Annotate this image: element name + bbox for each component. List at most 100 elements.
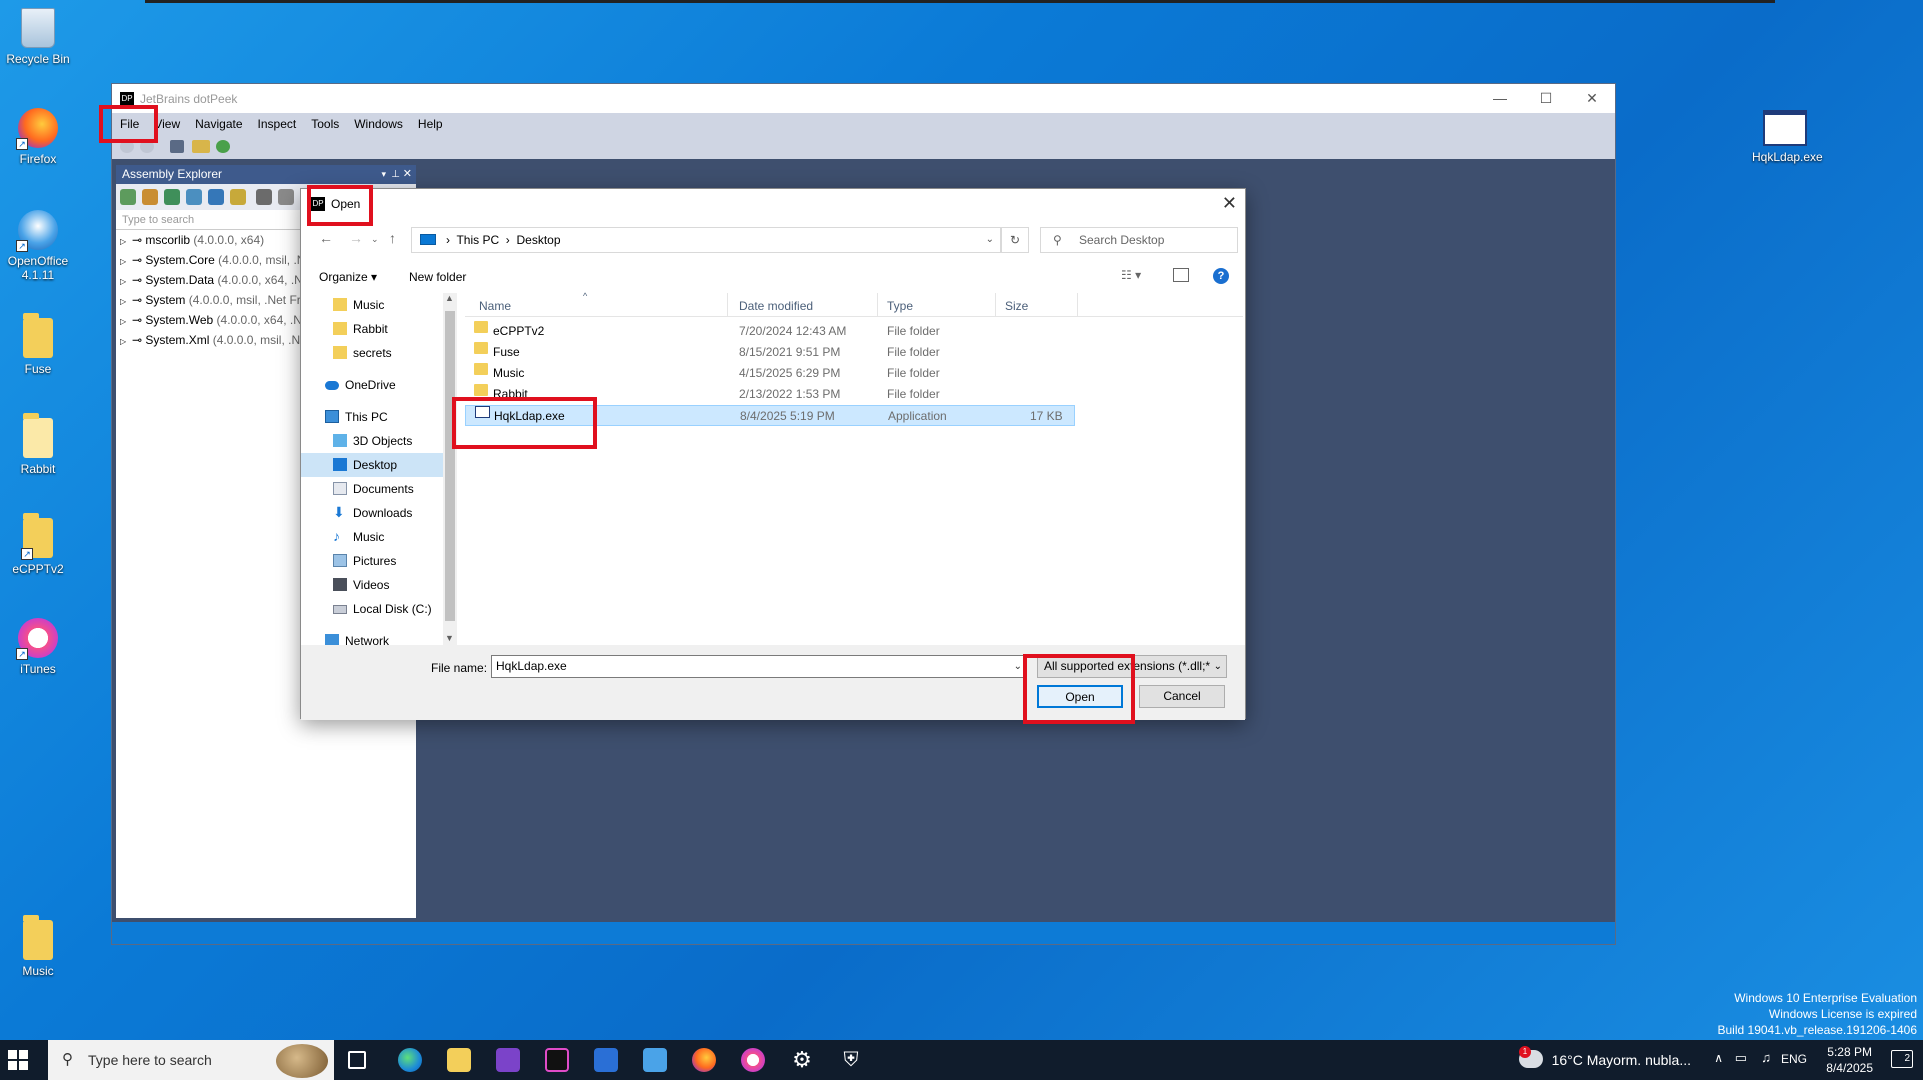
scroll-down-icon[interactable]: ▼: [445, 633, 454, 643]
desktop-icon-itunes[interactable]: ↗ iTunes: [4, 618, 72, 676]
nav-item-this-pc[interactable]: This PC: [301, 405, 457, 429]
visual-studio-icon[interactable]: [496, 1048, 520, 1072]
column-size[interactable]: Size: [1005, 299, 1028, 313]
menu-help[interactable]: Help: [418, 117, 443, 131]
desktop-icon-music[interactable]: Music: [4, 915, 72, 978]
desktop-icon-openoffice[interactable]: ↗ OpenOffice 4.1.11: [4, 210, 72, 282]
desktop-icon-firefox[interactable]: ↗ Firefox: [4, 108, 72, 166]
nav-item-documents[interactable]: Documents: [301, 477, 457, 501]
expand-icon[interactable]: ▷: [120, 232, 132, 250]
maximize-button[interactable]: ☐: [1523, 84, 1569, 113]
add-assembly-icon[interactable]: [120, 189, 136, 205]
help-icon[interactable]: ?: [1213, 268, 1229, 284]
dialog-close-button[interactable]: ✕: [1222, 193, 1237, 214]
chevron-down-icon[interactable]: ⌄: [986, 228, 994, 252]
file-type-filter[interactable]: All supported extensions (*.dll;* ⌄: [1037, 655, 1227, 678]
breadcrumb-desktop[interactable]: Desktop: [516, 233, 560, 247]
gac-icon[interactable]: [164, 189, 180, 205]
column-divider[interactable]: [877, 293, 878, 317]
settings-gear-icon[interactable]: ⚙: [790, 1048, 814, 1072]
nav-item-3d-objects[interactable]: 3D Objects: [301, 429, 457, 453]
column-type[interactable]: Type: [887, 299, 913, 313]
recent-dropdown-icon[interactable]: ⌄: [371, 234, 379, 245]
nav-item-pictures[interactable]: Pictures: [301, 549, 457, 573]
edge-icon[interactable]: [398, 1048, 422, 1072]
expand-icon[interactable]: ▷: [120, 332, 132, 350]
forward-icon[interactable]: [140, 140, 154, 153]
nav-item-secrets[interactable]: secrets: [301, 341, 457, 365]
chevron-up-icon[interactable]: ∧: [1714, 1051, 1723, 1065]
breadcrumb-this-pc[interactable]: This PC: [456, 233, 499, 247]
back-icon[interactable]: [120, 140, 134, 153]
menu-view[interactable]: View: [154, 117, 180, 131]
grid-icon[interactable]: [256, 189, 272, 205]
expand-icon[interactable]: ▷: [120, 292, 132, 310]
nav-item-onedrive[interactable]: OneDrive: [301, 373, 457, 397]
expand-icon[interactable]: ▷: [120, 312, 132, 330]
expand-icon[interactable]: ▷: [120, 252, 132, 270]
itunes-taskbar-icon[interactable]: [741, 1048, 765, 1072]
clock[interactable]: 5:28 PM 8/4/2025: [1826, 1044, 1873, 1076]
weather-text[interactable]: 16°C Mayorm. nubla...: [1552, 1052, 1691, 1068]
nav-scrollbar[interactable]: ▲ ▼: [443, 293, 457, 645]
search-input[interactable]: ⚲ Search Desktop: [1040, 227, 1238, 253]
nuget-icon[interactable]: [186, 189, 202, 205]
chevron-down-icon[interactable]: ⌄: [1214, 656, 1222, 677]
nav-item-music-library[interactable]: ♪ Music: [301, 525, 457, 549]
pin-icon[interactable]: ⊥: [391, 165, 400, 184]
menu-windows[interactable]: Windows: [354, 117, 403, 131]
column-date-modified[interactable]: Date modified: [739, 299, 813, 313]
column-divider[interactable]: [727, 293, 728, 317]
desktop-icon-fuse[interactable]: Fuse: [4, 313, 72, 376]
up-arrow-icon[interactable]: ↑: [389, 230, 396, 246]
organize-button[interactable]: Organize ▾: [319, 270, 377, 284]
minimize-button[interactable]: —: [1477, 84, 1523, 113]
nav-item-local-disk[interactable]: Local Disk (C:): [301, 597, 457, 621]
new-folder-button[interactable]: New folder: [409, 270, 466, 284]
file-row[interactable]: Music 4/15/2025 6:29 PM File folder: [465, 363, 1075, 384]
run-icon[interactable]: [216, 140, 230, 153]
taskbar-search[interactable]: ⚲ Type here to search: [48, 1040, 334, 1080]
nav-item-rabbit[interactable]: Rabbit: [301, 317, 457, 341]
expand-icon[interactable]: ▷: [120, 272, 132, 290]
notifications-icon[interactable]: 2: [1891, 1050, 1913, 1068]
volume-icon[interactable]: ♫: [1761, 1050, 1771, 1065]
nav-item-network[interactable]: Network: [301, 629, 457, 645]
close-window-button[interactable]: ✕: [1569, 84, 1615, 113]
settings-icon[interactable]: [230, 189, 246, 205]
back-arrow-icon[interactable]: ←: [319, 230, 333, 246]
desktop-icon-ecpptv2[interactable]: ↗ eCPPTv2: [4, 513, 72, 576]
menu-navigate[interactable]: Navigate: [195, 117, 242, 131]
refresh-assemblies-icon[interactable]: [208, 189, 224, 205]
mail-icon[interactable]: [643, 1048, 667, 1072]
column-divider[interactable]: [1077, 293, 1078, 317]
scrollbar-thumb[interactable]: [445, 311, 455, 621]
breadcrumb[interactable]: › This PC › Desktop ⌄: [411, 227, 1001, 253]
chevron-down-icon[interactable]: ⌄: [1014, 656, 1022, 677]
nav-item-downloads[interactable]: ⬇ Downloads: [301, 501, 457, 525]
firefox-taskbar-icon[interactable]: [692, 1048, 716, 1072]
assembly-icon[interactable]: [170, 140, 184, 153]
language-indicator[interactable]: ENG: [1781, 1052, 1807, 1066]
refresh-button[interactable]: ↻: [1001, 227, 1029, 253]
scroll-up-icon[interactable]: ▲: [445, 293, 454, 303]
desktop-icon-recycle-bin[interactable]: Recycle Bin: [4, 8, 72, 66]
menu-inspect[interactable]: Inspect: [258, 117, 297, 131]
file-name-input[interactable]: HqkLdap.exe ⌄: [491, 655, 1027, 678]
file-row[interactable]: Fuse 8/15/2021 9:51 PM File folder: [465, 342, 1075, 363]
nav-item-music[interactable]: Music: [301, 293, 457, 317]
file-row[interactable]: eCPPTv2 7/20/2024 12:43 AM File folder: [465, 321, 1075, 342]
open-folder-icon[interactable]: [142, 189, 158, 205]
preview-pane-icon[interactable]: [1173, 268, 1189, 282]
shield-icon[interactable]: ⛨: [839, 1048, 863, 1072]
desktop-icon-rabbit[interactable]: Rabbit: [4, 413, 72, 476]
start-button[interactable]: [8, 1050, 28, 1070]
dropdown-icon[interactable]: ▾: [381, 165, 386, 184]
desktop-icon-hqkldap[interactable]: HqkLdap.exe: [1752, 110, 1823, 164]
file-explorer-icon[interactable]: [447, 1048, 471, 1072]
view-options-icon[interactable]: ☷ ▾: [1121, 268, 1141, 282]
column-name[interactable]: Name: [479, 299, 511, 313]
file-row[interactable]: Rabbit 2/13/2022 1:53 PM File folder: [465, 384, 1075, 405]
open-button[interactable]: Open: [1037, 685, 1123, 708]
file-row-selected[interactable]: HqkLdap.exe 8/4/2025 5:19 PM Application…: [465, 405, 1075, 426]
